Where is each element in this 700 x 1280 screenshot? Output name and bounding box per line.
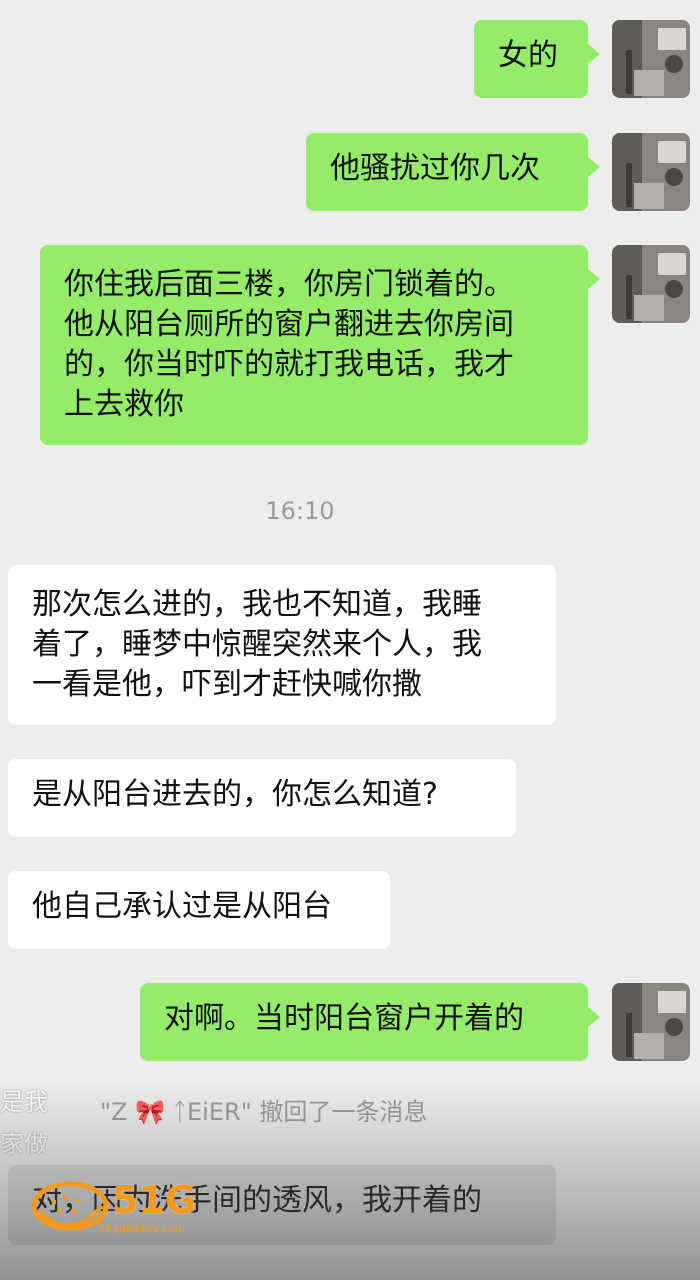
recall-notice: "Z 🎀 ᛏEiER" 撤回了一条消息 — [100, 1098, 428, 1126]
message-line: 的，你当时吓的就打我电话，我才 — [64, 347, 514, 382]
message-bubble-incoming[interactable]: 那次怎么进的，我也不知道，我睡 着了，睡梦中惊醒突然来个人，我 一看是他，吓到才… — [8, 565, 556, 725]
avatar[interactable] — [612, 20, 690, 98]
overlay-caption-line: 家做 — [0, 1130, 48, 1158]
avatar-photo-icon — [612, 133, 690, 211]
avatar[interactable] — [612, 983, 690, 1061]
message-text: 他自己承认过是从阳台 — [32, 889, 332, 924]
message-line: 一看是他，吓到才赶快喊你撒 — [32, 667, 422, 702]
message-bubble-incoming[interactable]: 是从阳台进去的，你怎么知道? — [8, 759, 516, 837]
watermark-text: 51G — [112, 1178, 197, 1222]
message-line: 他从阳台厕所的窗户翻进去你房间 — [64, 307, 514, 342]
avatar-photo-icon — [612, 20, 690, 98]
avatar-photo-icon — [612, 983, 690, 1061]
avatar[interactable] — [612, 133, 690, 211]
message-line: 那次怎么进的，我也不知道，我睡 — [32, 587, 482, 622]
message-bubble-outgoing[interactable]: 他骚扰过你几次 — [306, 133, 600, 211]
message-bubble-outgoing[interactable]: 对啊。当时阳台窗户开着的 — [140, 983, 600, 1061]
message-bubble-outgoing[interactable]: 女的 — [474, 20, 600, 98]
watermark-logo: 51G 51gualianv.com — [28, 1172, 238, 1238]
message-line: 着了，睡梦中惊醒突然来个人，我 — [32, 627, 482, 662]
overlay-caption-line: 是我 — [0, 1088, 48, 1116]
avatar[interactable] — [612, 245, 690, 323]
chat-view: 女的 他骚扰过你几次 你住我后面三楼，你房门锁着的。 他从阳台厕所的窗户翻进去你… — [0, 0, 700, 1280]
time-separator: 16:10 — [265, 497, 335, 525]
message-text: 女的 — [498, 38, 558, 73]
watermark-url: 51gualianv.com — [98, 1222, 186, 1235]
message-text: 是从阳台进去的，你怎么知道? — [32, 777, 438, 812]
message-bubble-incoming[interactable]: 他自己承认过是从阳台 — [8, 871, 390, 949]
message-bubble-outgoing[interactable]: 你住我后面三楼，你房门锁着的。 他从阳台厕所的窗户翻进去你房间 的，你当时吓的就… — [40, 245, 600, 445]
message-text: 他骚扰过你几次 — [330, 151, 540, 186]
message-text: 对啊。当时阳台窗户开着的 — [164, 1001, 524, 1036]
message-line: 你住我后面三楼，你房门锁着的。 — [64, 267, 514, 302]
avatar-photo-icon — [612, 245, 690, 323]
message-line: 上去救你 — [64, 387, 184, 422]
